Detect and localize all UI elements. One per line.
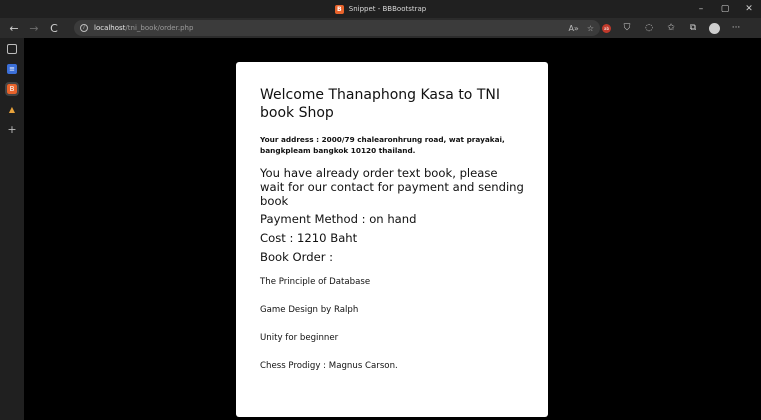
book-item: Unity for beginner <box>260 333 339 343</box>
payment-method: Payment Method : on hand <box>260 212 417 226</box>
document-tab-icon[interactable]: ≡ <box>7 64 17 74</box>
book-order-label: Book Order : <box>260 250 334 264</box>
address-bar-actions: A» ☆ <box>568 20 594 36</box>
address-text: Your address : 2000/79 chalearonhrung ro… <box>260 135 505 155</box>
circle-icon[interactable]: ◌ <box>643 23 655 33</box>
collections-icon[interactable]: ⧉ <box>687 23 699 33</box>
forward-button[interactable]: → <box>24 18 44 38</box>
browser-window: B Snippet - BBBootstrap – ▢ ✕ ← → C i lo… <box>0 0 761 420</box>
bbbootstrap-favicon-icon: B <box>334 4 344 14</box>
page-viewport: Welcome Thanaphong Kasa to TNI book Shop… <box>24 38 761 420</box>
add-favorite-icon[interactable]: ☆ <box>587 24 594 33</box>
window-controls: – ▢ ✕ <box>689 0 761 18</box>
close-button[interactable]: ✕ <box>737 0 761 18</box>
url-path: /tni_book/order.php <box>125 24 194 32</box>
order-card: Welcome Thanaphong Kasa to TNI book Shop… <box>236 62 548 417</box>
welcome-heading: Welcome Thanaphong Kasa to TNI book Shop <box>260 87 500 121</box>
back-button[interactable]: ← <box>4 18 24 38</box>
address-bar[interactable]: i localhost/tni_book/order.php A» ☆ <box>74 20 600 36</box>
more-options-icon[interactable]: ··· <box>730 23 742 33</box>
book-item: Game Design by Ralph <box>260 305 359 315</box>
book-item: Chess Prodigy : Magnus Carson. <box>260 361 398 371</box>
read-aloud-icon[interactable]: A» <box>568 24 578 33</box>
browser-toolbar: ← → C i localhost/tni_book/order.php A» … <box>0 18 761 38</box>
minimize-button[interactable]: – <box>689 0 713 18</box>
tab-title[interactable]: B Snippet - BBBootstrap <box>334 4 427 14</box>
bbbootstrap-tab-icon[interactable]: B <box>5 82 19 96</box>
site-info-icon[interactable]: i <box>80 24 88 32</box>
order-notice: You have already order text book, please… <box>260 166 524 208</box>
book-item: The Principle of Database <box>260 277 371 287</box>
extension-badge-icon[interactable]: ab <box>602 23 611 33</box>
order-cost: Cost : 1210 Baht <box>260 231 358 245</box>
title-bar: B Snippet - BBBootstrap – ▢ ✕ <box>0 0 761 18</box>
refresh-button[interactable]: C <box>44 18 64 38</box>
new-tab-icon[interactable]: + <box>7 123 17 136</box>
tab-actions-icon[interactable] <box>7 44 17 54</box>
window-title: Snippet - BBBootstrap <box>348 5 427 13</box>
profile-avatar[interactable] <box>709 22 720 34</box>
shield-icon[interactable]: ⛉ <box>621 23 633 33</box>
book-list: The Principle of Database Game Design by… <box>260 277 524 371</box>
toolbar-actions: ab ⛉ ◌ ✩ ⧉ ··· <box>602 18 742 38</box>
url-host: localhost <box>94 24 126 32</box>
chart-tab-icon[interactable]: ▲ <box>7 104 17 114</box>
favorites-icon[interactable]: ✩ <box>665 23 677 33</box>
maximize-button[interactable]: ▢ <box>713 0 737 18</box>
vertical-tabs-sidebar: ≡ B ▲ + <box>0 38 24 420</box>
